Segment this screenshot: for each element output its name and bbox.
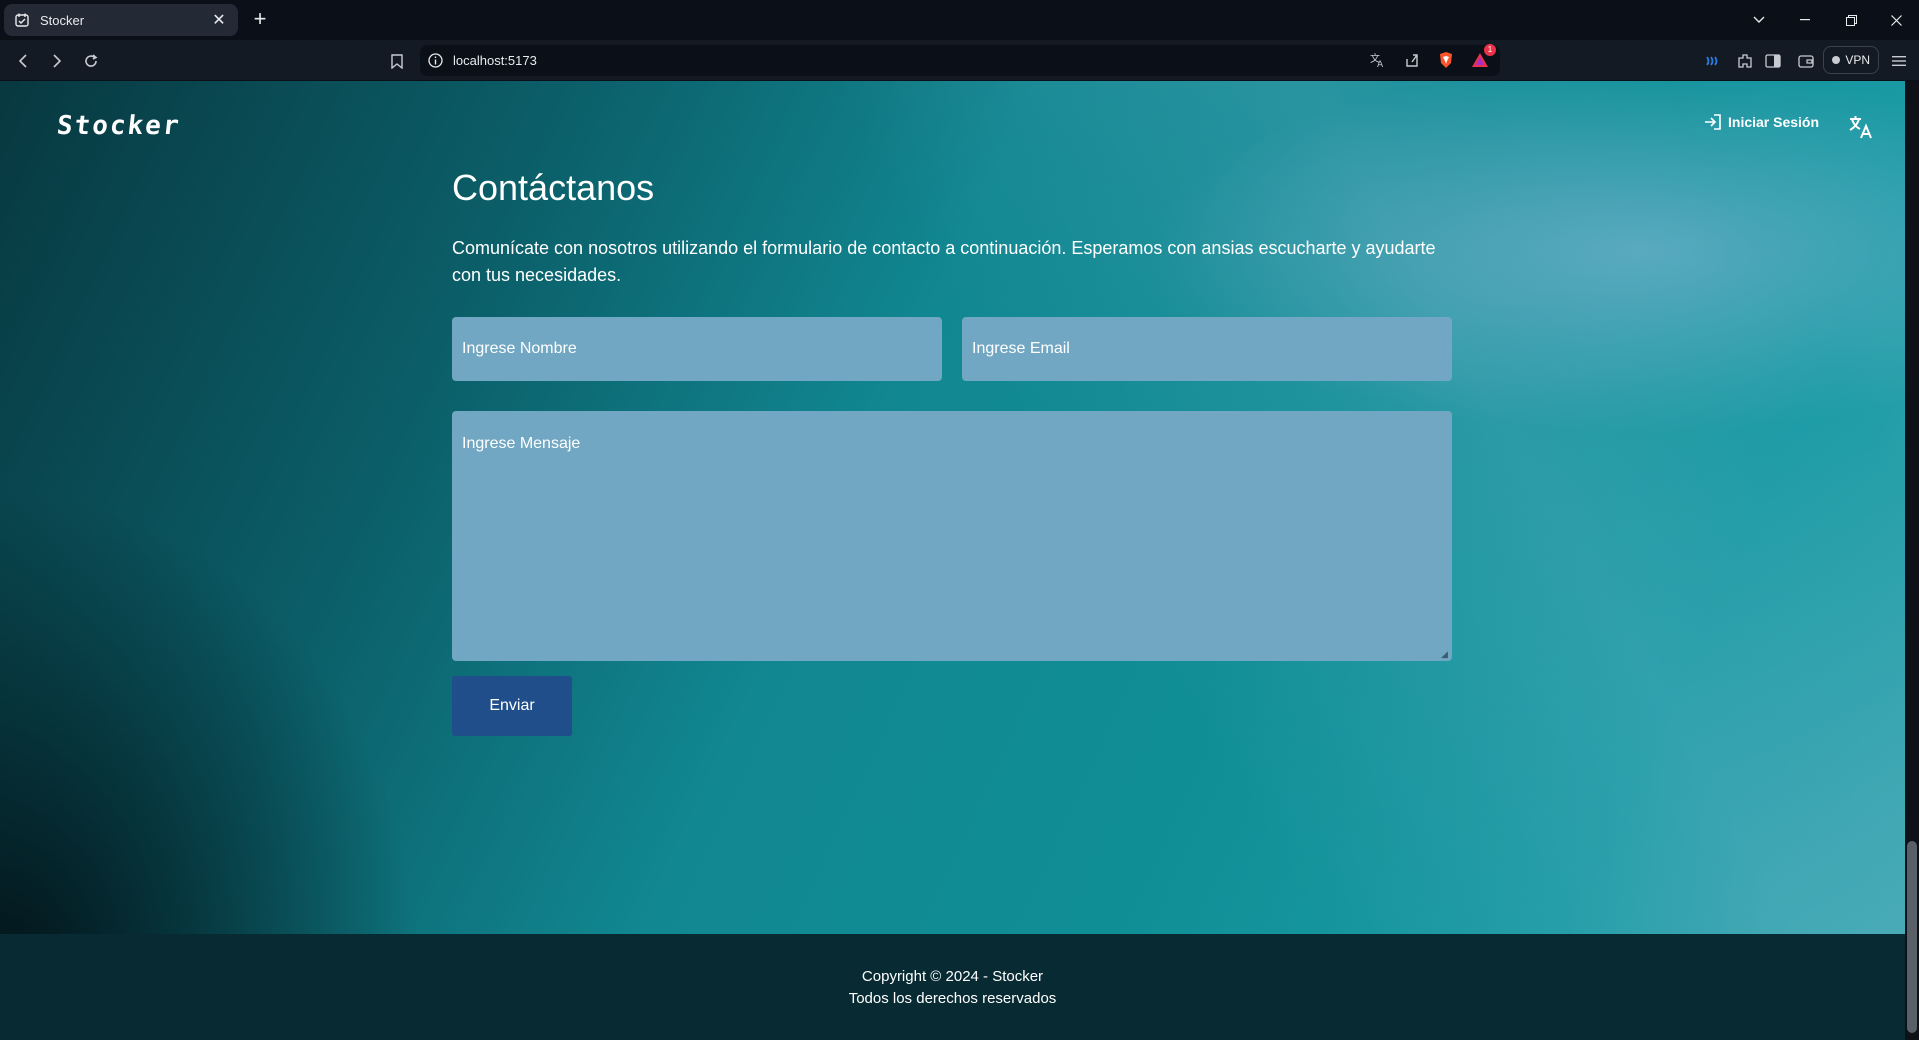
message-placeholder: Ingrese Mensaje (462, 435, 581, 452)
email-input[interactable]: Ingrese Email (962, 317, 1452, 381)
browser-tab[interactable]: Stocker ✕ (4, 4, 238, 36)
vpn-button[interactable]: VPN (1823, 46, 1879, 74)
close-window-button[interactable] (1873, 0, 1919, 40)
minimize-button[interactable] (1782, 0, 1828, 40)
message-textarea[interactable]: Ingrese Mensaje ◢ (452, 411, 1452, 661)
wallet-icon[interactable] (1793, 48, 1819, 74)
resize-handle-icon[interactable]: ◢ (1441, 650, 1449, 659)
menu-icon[interactable] (1886, 48, 1912, 74)
contact-section: Contáctanos Comunícate con nosotros util… (452, 167, 1452, 736)
footer: Copyright © 2024 - Stocker Todos los der… (0, 934, 1905, 1040)
extensions-icon[interactable] (1732, 48, 1758, 74)
address-bar[interactable]: localhost:5173 文A 1 (420, 44, 1500, 76)
site-info-icon[interactable] (428, 53, 443, 68)
browser-toolbar: localhost:5173 文A 1 VPN (0, 40, 1919, 81)
reload-icon[interactable] (78, 48, 104, 74)
vpn-label: VPN (1845, 53, 1870, 67)
browser-tabbar: Stocker ✕ + (0, 0, 1919, 40)
forward-icon[interactable] (44, 48, 70, 74)
sidebar-toggle-icon[interactable] (1760, 48, 1786, 74)
login-icon (1704, 114, 1722, 130)
brave-rewards-icon[interactable]: 1 (1470, 44, 1496, 70)
translate-page-icon[interactable]: 文A (1368, 50, 1388, 70)
login-link[interactable]: Iniciar Sesión (1704, 114, 1819, 130)
login-label: Iniciar Sesión (1728, 114, 1820, 130)
tab-title: Stocker (40, 12, 85, 28)
email-placeholder: Ingrese Email (972, 340, 1070, 357)
vpn-status-icon (1832, 56, 1841, 64)
url-text: localhost:5173 (453, 53, 537, 68)
language-icon[interactable] (1848, 114, 1874, 140)
rewards-badge: 1 (1484, 44, 1496, 56)
contact-description: Comunícate con nosotros utilizando el fo… (452, 238, 1436, 285)
back-icon[interactable] (10, 48, 36, 74)
share-icon[interactable] (1402, 50, 1422, 70)
footer-copyright: Copyright © 2024 - Stocker (861, 967, 1044, 985)
page-scrollbar[interactable] (1905, 81, 1919, 1040)
submit-button[interactable]: Enviar (452, 676, 572, 736)
footer-rights: Todos los derechos reservados (848, 989, 1057, 1007)
logo[interactable]: Stocker (55, 111, 182, 141)
restore-button[interactable] (1828, 0, 1874, 40)
tab-favicon-icon (14, 12, 30, 28)
close-tab-icon[interactable]: ✕ (210, 11, 228, 29)
tab-search-chevron-icon[interactable] (1736, 0, 1782, 40)
name-placeholder: Ingrese Nombre (462, 340, 577, 357)
svg-text:A: A (1377, 60, 1384, 68)
contact-inputs-row: Ingrese Nombre Ingrese Email (452, 317, 1452, 381)
name-input[interactable]: Ingrese Nombre (452, 317, 942, 381)
page-title: Contáctanos (452, 167, 655, 208)
page-viewport: Stocker Iniciar Sesión Contáctanos Comun… (0, 81, 1919, 1040)
bookmark-icon[interactable] (384, 48, 410, 74)
brave-shields-icon[interactable] (1436, 50, 1456, 70)
new-tab-button[interactable]: + (248, 8, 272, 32)
scrollbar-thumb[interactable] (1907, 841, 1917, 1033)
wallet-connect-icon[interactable] (1700, 48, 1726, 74)
